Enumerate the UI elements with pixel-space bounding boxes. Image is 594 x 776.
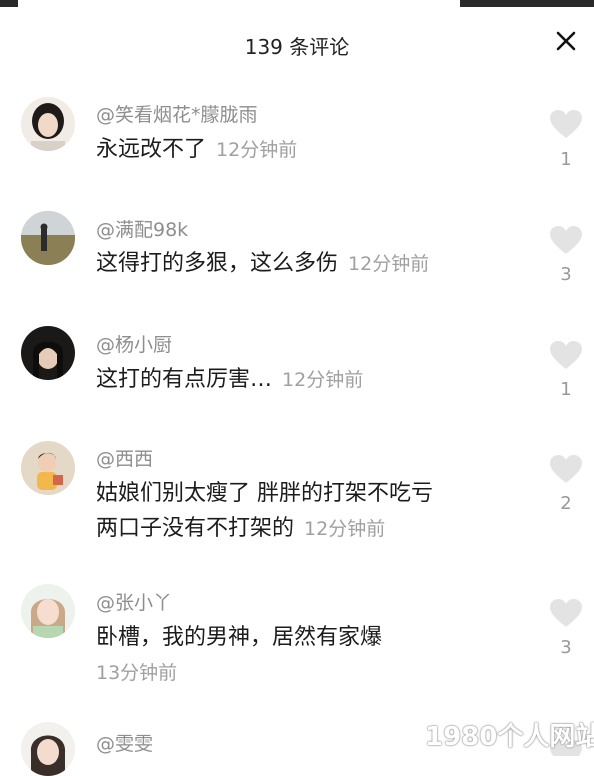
comment-time: 12分钟前 (282, 369, 364, 391)
avatar[interactable] (21, 97, 75, 151)
like-count: 3 (560, 264, 572, 285)
like-count: 3 (560, 637, 572, 658)
avatar[interactable] (21, 584, 75, 638)
comment-text-line: 永远改不了 (96, 137, 207, 162)
comment-username[interactable]: @杨小厨 (96, 330, 172, 357)
comment-text: 永远改不了 12分钟前 (96, 132, 297, 168)
top-right-bar (460, 0, 594, 7)
comment-username[interactable]: @雯雯 (96, 729, 153, 756)
comment-username[interactable]: @张小丫 (96, 588, 172, 615)
heart-icon[interactable] (548, 339, 584, 371)
comment-time: 12分钟前 (348, 253, 430, 275)
comment-text: 姑娘们别太瘦了 胖胖的打架不吃亏 两口子没有不打架的 12分钟前 (96, 476, 433, 547)
avatar[interactable] (21, 326, 75, 380)
comment-time: 13分钟前 (96, 662, 178, 684)
heart-icon[interactable] (548, 224, 584, 256)
comment-text-line: 卧槽，我的男神，居然有家爆 (96, 625, 383, 650)
like-count: 1 (560, 149, 572, 170)
comment-time: 12分钟前 (216, 139, 298, 161)
comment-text-line: 两口子没有不打架的 (96, 516, 295, 541)
avatar[interactable] (21, 211, 75, 265)
heart-icon[interactable] (548, 108, 584, 140)
heart-icon[interactable] (548, 597, 584, 629)
top-left-bar (0, 0, 18, 7)
comment-text: 这得打的多狠，这么多伤 12分钟前 (96, 246, 429, 282)
comment-text-line: 姑娘们别太瘦了 胖胖的打架不吃亏 (96, 481, 433, 506)
comment-username[interactable]: @满配98k (96, 215, 188, 242)
comment-username[interactable]: @西西 (96, 444, 153, 471)
avatar[interactable] (21, 722, 75, 776)
close-icon[interactable] (553, 28, 579, 54)
watermark: 1980个人网站 (425, 722, 594, 752)
comment-text: 卧槽，我的男神，居然有家爆 (96, 620, 382, 655)
heart-icon[interactable] (548, 453, 584, 485)
avatar[interactable] (21, 441, 75, 495)
top-strip (0, 0, 594, 8)
comment-text: 这打的有点厉害… 12分钟前 (96, 362, 363, 398)
like-count: 1 (560, 379, 572, 400)
comment-time: 12分钟前 (304, 518, 386, 540)
comment-username[interactable]: @笑看烟花*朦胧雨 (96, 100, 258, 127)
like-count: 2 (560, 493, 572, 514)
comments-count-title: 139 条评论 (244, 35, 350, 59)
comment-text-line: 这打的有点厉害… (96, 367, 273, 392)
comment-text-line: 这得打的多狠，这么多伤 (96, 251, 339, 276)
